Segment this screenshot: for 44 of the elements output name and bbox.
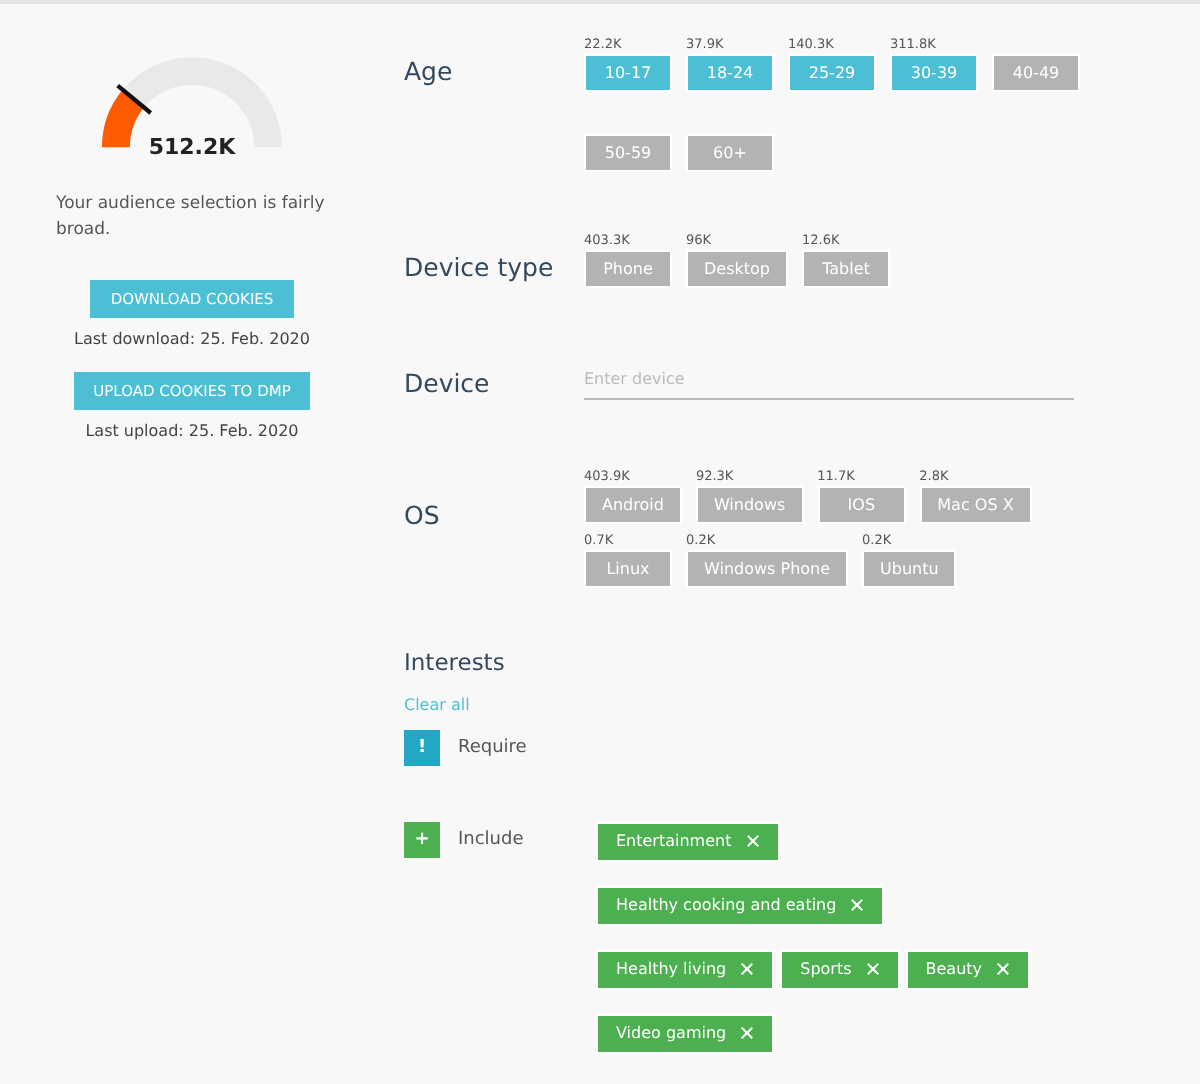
option-button[interactable]: 18-24 [686,54,774,92]
filter-label: OS [404,498,442,530]
option-button[interactable]: Linux [584,550,672,588]
gauge-value: 512.2K [146,134,238,160]
remove-icon[interactable] [740,962,755,976]
group-mode-icon[interactable]: + [404,822,440,858]
option-button[interactable]: Android [584,486,682,524]
tag-label: Healthy cooking and eating [616,896,837,914]
tag-label: Sports [800,960,852,978]
option-button[interactable]: 25-29 [788,54,876,92]
option-button[interactable]: 50-59 [584,134,672,172]
group-label: Include [458,830,524,850]
option-button[interactable]: 10-17 [584,54,672,92]
tag-label: Beauty [925,960,983,978]
tag-label: Healthy living [616,960,727,978]
remove-icon[interactable] [740,1026,755,1040]
last-action-note: Last download: 25. Feb. 2020 [73,329,310,347]
option-button[interactable]: Ubuntu [862,550,957,588]
audience-message: Your audience selection is fairly broad. [56,192,327,243]
filter-label: Device type [404,250,556,282]
clear-all-link[interactable]: Clear all [404,696,470,714]
option-button[interactable]: 30-39 [890,54,978,92]
filter-label: Device [404,366,492,398]
group-label: Require [458,738,527,758]
option-button[interactable]: Tablet [802,250,890,288]
option-button[interactable]: Phone [584,250,672,288]
interests-title: Interests [404,648,505,676]
tag-label: Video gaming [616,1024,727,1042]
option-button[interactable]: Windows [695,486,804,524]
group-mode-icon[interactable]: ! [404,730,440,766]
option-button[interactable]: Desktop [686,250,788,288]
option-button[interactable]: Mac OS X [919,486,1032,524]
last-action-note: Last upload: 25. Feb. 2020 [85,421,299,439]
filter-label: Age [404,54,455,86]
option-button[interactable]: Windows Phone [686,550,849,588]
tag-label: Entertainment [616,832,732,850]
remove-icon[interactable] [850,898,865,912]
option-button[interactable]: 40-49 [992,54,1080,92]
option-button[interactable]: 60+ [686,134,774,172]
remove-icon[interactable] [745,834,760,848]
device-input-field[interactable]: Enter device [584,364,1074,400]
remove-icon[interactable] [996,962,1011,976]
option-button[interactable]: IOS [817,486,906,524]
remove-icon[interactable] [865,962,880,976]
